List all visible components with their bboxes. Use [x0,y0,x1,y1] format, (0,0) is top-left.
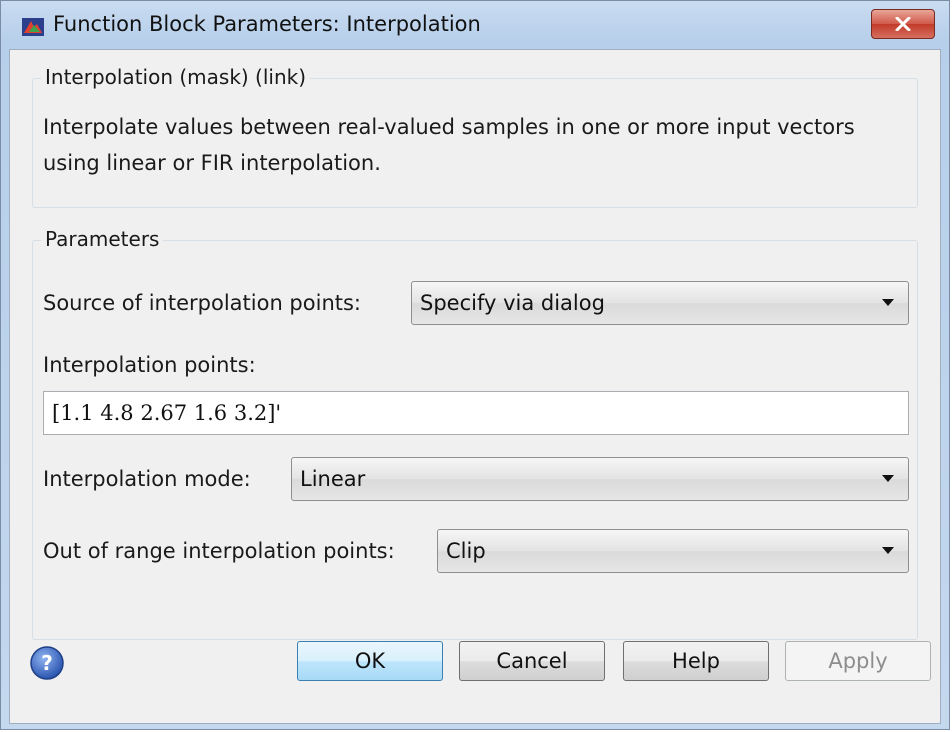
source-value: Specify via dialog [420,291,605,315]
chevron-down-icon [882,299,894,306]
out-of-range-label: Out of range interpolation points: [43,539,395,563]
description-text: Interpolate values between real-valued s… [43,115,855,175]
parameters-group: Parameters Source of interpolation point… [32,227,918,640]
out-of-range-value: Clip [446,539,486,563]
title-bar[interactable]: Function Block Parameters: Interpolation [1,1,949,51]
question-mark-icon[interactable]: ? [29,645,65,681]
mode-dropdown[interactable]: Linear [291,457,909,501]
interpolation-points-input[interactable] [43,391,909,435]
points-label: Interpolation points: [43,353,256,377]
source-label: Source of interpolation points: [43,291,362,315]
dialog-content: Interpolation (mask) (link) Interpolate … [9,49,941,724]
svg-text:?: ? [41,651,53,675]
help-button[interactable]: Help [623,641,769,681]
description-group: Interpolation (mask) (link) Interpolate … [32,65,918,208]
close-icon [895,17,911,31]
mode-value: Linear [300,467,366,491]
window-title: Function Block Parameters: Interpolation [53,12,481,36]
description-group-title: Interpolation (mask) (link) [41,65,311,89]
apply-button[interactable]: Apply [785,641,931,681]
simulink-block-icon [22,18,44,36]
cancel-button[interactable]: Cancel [459,641,605,681]
chevron-down-icon [882,475,894,482]
chevron-down-icon [882,547,894,554]
close-button[interactable] [871,9,935,39]
mode-label: Interpolation mode: [43,467,251,491]
dialog-window: Function Block Parameters: Interpolation… [0,0,950,730]
out-of-range-dropdown[interactable]: Clip [437,529,909,573]
parameters-group-title: Parameters [41,227,164,251]
ok-button[interactable]: OK [297,641,443,681]
source-dropdown[interactable]: Specify via dialog [411,281,909,325]
